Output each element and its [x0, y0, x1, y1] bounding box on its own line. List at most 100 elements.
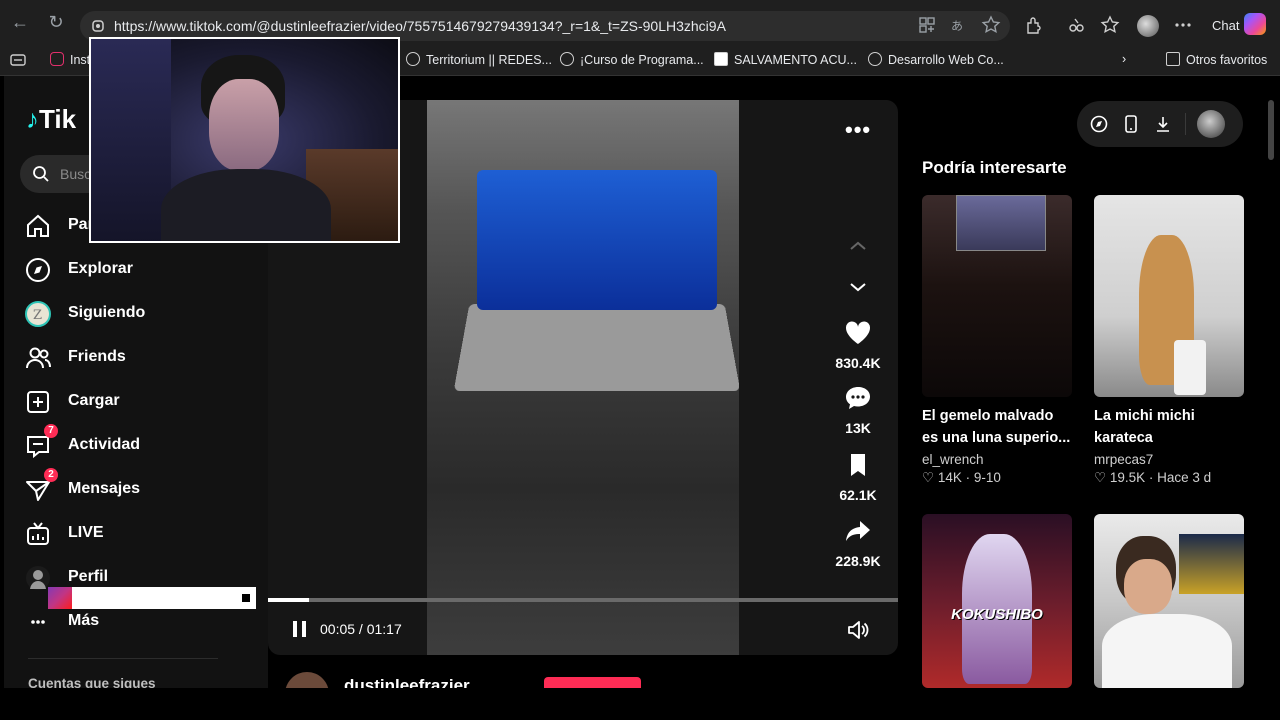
recommendation-card[interactable]: La michi michi karateca mrpecas7 ♡ 19.5K…	[1094, 195, 1244, 486]
tab-actions-icon[interactable]	[10, 53, 26, 67]
folder-icon	[1166, 52, 1180, 66]
svg-text:Z: Z	[33, 308, 42, 323]
like-button[interactable]: 830.4K	[822, 318, 894, 371]
messages-badge: 2	[44, 468, 58, 482]
card-person-face	[1124, 559, 1172, 614]
instagram-overlay-bar	[48, 587, 256, 609]
following-avatar-icon: Z	[25, 301, 51, 327]
card-stats: ♡ 14K · 9-10	[922, 470, 1001, 485]
card-thumbnail[interactable]	[922, 195, 1072, 397]
video-progress-fill	[268, 598, 309, 602]
sidebar-item-messages[interactable]: 2 Mensajes	[24, 468, 264, 506]
bookmark-salvamento[interactable]: SALVAMENTO ACU...	[714, 52, 857, 67]
card-title: El gemelo malvado es una luna superio...	[922, 408, 1071, 446]
share-button[interactable]: 228.9K	[822, 516, 894, 569]
webcam-person-face	[209, 79, 279, 171]
other-bookmarks-folder[interactable]: Otros favoritos	[1166, 52, 1267, 67]
volume-icon[interactable]	[846, 619, 870, 641]
comment-button[interactable]: 13K	[822, 383, 894, 436]
card-webcam-inset	[956, 195, 1046, 251]
more-options-icon[interactable]: •••	[845, 117, 871, 143]
card-stats: ♡ 19.5K · Hace 3 d	[1094, 470, 1212, 485]
coin-icon[interactable]	[1089, 114, 1109, 134]
sidebar-item-friends[interactable]: Friends	[24, 342, 264, 374]
sidebar-item-explore[interactable]: Explorar	[24, 254, 264, 286]
comment-count: 13K	[845, 420, 871, 436]
card-title: La michi michi karateca	[1094, 408, 1195, 446]
reload-icon[interactable]: ↻	[46, 12, 66, 32]
browser-profile-avatar[interactable]	[1137, 15, 1159, 37]
author-row: dustinleefrazier	[285, 668, 885, 690]
globe-icon	[406, 52, 420, 66]
pause-icon[interactable]	[290, 619, 310, 639]
more-icon	[31, 620, 45, 624]
stop-icon[interactable]	[242, 594, 250, 602]
download-icon[interactable]	[1153, 114, 1173, 134]
home-icon	[27, 214, 49, 237]
chevron-up-icon[interactable]	[847, 238, 869, 254]
share-icon	[846, 521, 870, 541]
bookmark-territorium[interactable]: Territorium || REDES...	[406, 52, 552, 67]
recommendations-heading: Podría interesarte	[922, 158, 1067, 177]
site-info-icon[interactable]	[90, 18, 106, 34]
s-logo-icon	[714, 52, 728, 66]
menu-dots-icon[interactable]	[1173, 15, 1193, 35]
taskbar-strip	[0, 688, 1280, 720]
video-frame[interactable]	[427, 100, 739, 655]
bookmark-icon	[851, 454, 865, 476]
recommendation-card[interactable]	[1094, 514, 1244, 688]
sidebar-item-live[interactable]: LIVE	[24, 518, 264, 550]
sidebar-item-following[interactable]: Z Siguiendo	[24, 298, 264, 330]
heart-icon	[845, 321, 871, 344]
url-text: https://www.tiktok.com/@dustinleefrazier…	[114, 18, 726, 34]
bookmark-instagram[interactable]: Inst	[50, 52, 90, 67]
like-count: 830.4K	[835, 355, 881, 371]
bookmark-curso-programacion[interactable]: ¡Curso de Programa...	[560, 52, 704, 67]
back-icon[interactable]: ←	[10, 12, 30, 32]
sidebar-item-upload[interactable]: Cargar	[24, 386, 264, 418]
sidebar-item-activity[interactable]: 7 Actividad	[24, 424, 264, 462]
search-placeholder: Busc	[60, 166, 92, 182]
globe-icon	[560, 52, 574, 66]
card-thumbnail[interactable]	[1094, 195, 1244, 397]
translate-icon[interactable]: あ	[949, 15, 969, 35]
upload-icon	[27, 391, 49, 413]
copilot-icon[interactable]	[1244, 13, 1266, 35]
toolbar-divider	[1185, 113, 1186, 135]
sidebar-item-more[interactable]: Más	[24, 606, 264, 638]
instagram-icon	[48, 587, 72, 609]
chevron-right-icon[interactable]: ›	[1122, 52, 1126, 66]
favorites-icon[interactable]	[1100, 15, 1120, 35]
right-toolbar	[1077, 101, 1243, 147]
extensions-icon[interactable]	[1024, 15, 1044, 35]
globe-icon	[868, 52, 882, 66]
performance-icon[interactable]	[1066, 15, 1086, 35]
app-install-icon[interactable]	[917, 15, 937, 35]
card-thumbnail[interactable]	[1094, 514, 1244, 688]
instagram-icon	[50, 52, 64, 66]
recommendation-card[interactable]: El gemelo malvado es una luna superio...…	[922, 195, 1072, 486]
svg-text:あ: あ	[951, 19, 963, 33]
device-icon[interactable]	[1121, 114, 1141, 134]
live-icon	[27, 522, 49, 545]
tiktok-logo[interactable]: ♪Tik	[26, 104, 76, 135]
chat-button[interactable]: Chat	[1212, 18, 1239, 33]
card-person-shirt	[1102, 614, 1232, 688]
sidebar-divider	[28, 658, 218, 659]
page-scrollbar[interactable]	[1268, 100, 1274, 160]
heart-outline-icon: ♡	[1094, 470, 1107, 485]
user-avatar[interactable]	[1197, 110, 1225, 138]
card-thumbnail[interactable]: KOKUSHIBO	[922, 514, 1072, 688]
card-author[interactable]: el_wrench	[922, 452, 1072, 467]
chevron-down-icon[interactable]	[847, 279, 869, 295]
save-button[interactable]: 62.1K	[822, 450, 894, 503]
favorite-star-icon[interactable]	[981, 15, 1001, 35]
card-author[interactable]: mrpecas7	[1094, 452, 1244, 467]
webcam-overlay	[89, 37, 400, 243]
card-overlay-text: KOKUSHIBO	[951, 606, 1043, 623]
bookmark-desarrollo-web[interactable]: Desarrollo Web Co...	[868, 52, 1004, 67]
search-icon	[33, 166, 49, 182]
recommendation-card[interactable]: KOKUSHIBO	[922, 514, 1072, 688]
share-count: 228.9K	[835, 553, 881, 569]
video-progress-bar[interactable]	[268, 598, 898, 602]
